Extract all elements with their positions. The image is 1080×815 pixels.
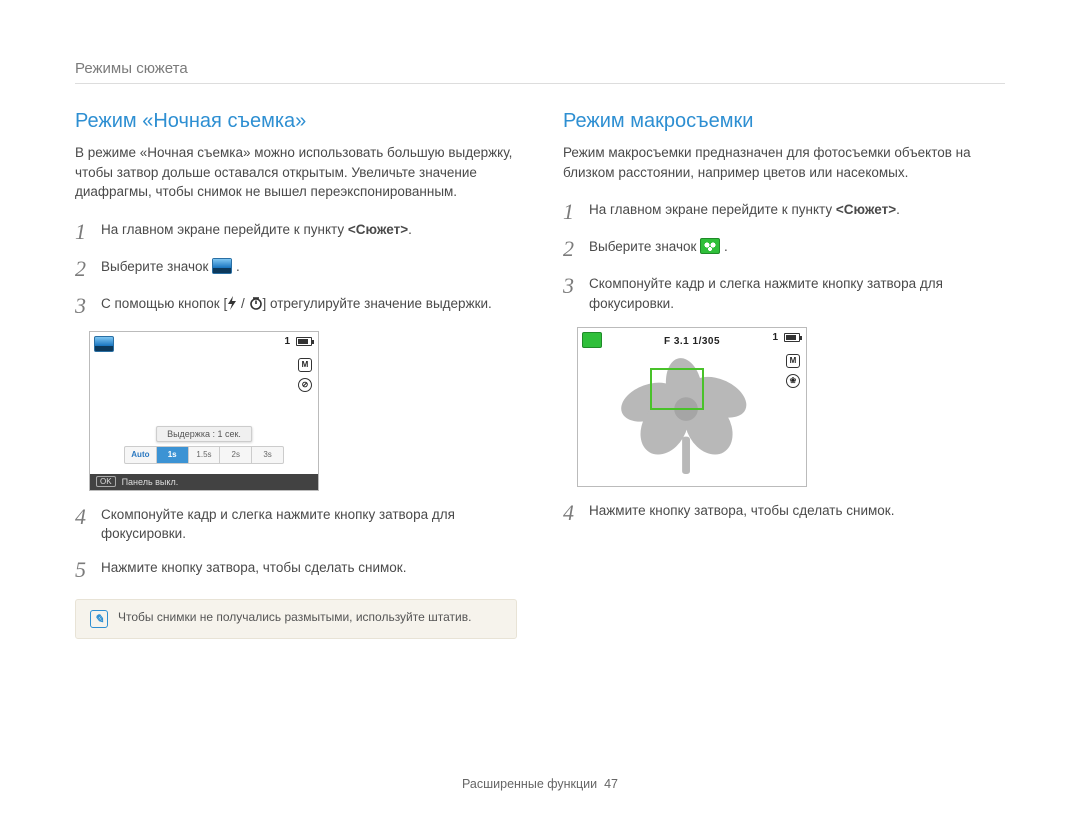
intro-night-mode: В режиме «Ночная съемка» можно использов… — [75, 143, 517, 202]
manual-page: Режимы сюжета Режим «Ночная съемка» В ре… — [0, 0, 1080, 815]
step-number: 2 — [75, 257, 101, 280]
step-1: 1 На главном экране перейдите к пункту <… — [75, 220, 517, 243]
heading-night-mode: Режим «Ночная съемка» — [75, 110, 517, 133]
steps-night-mode-cont: 4 Скомпонуйте кадр и слегка нажмите кноп… — [75, 505, 517, 581]
aperture-readout: F 3.1 1/305 — [664, 336, 720, 347]
intro-macro-mode: Режим макросъемки предназначен для фотос… — [563, 143, 1005, 182]
footer-page-number: 47 — [604, 777, 618, 791]
camera-preview-night: 1 M ⊘ Выдержка : 1 сек. Auto 1s 1.5s 2s … — [89, 331, 319, 491]
step-number: 1 — [563, 200, 589, 223]
note-icon: ✎ — [90, 610, 108, 628]
macro-focus-icon: ❀ — [786, 374, 800, 388]
steps-night-mode: 1 На главном экране перейдите к пункту <… — [75, 220, 517, 317]
resolution-icon: M — [298, 358, 312, 372]
steps-macro-mode: 1 На главном экране перейдите к пункту <… — [563, 200, 1005, 313]
steps-macro-mode-cont: 4 Нажмите кнопку затвора, чтобы сделать … — [563, 501, 1005, 524]
macro-mode-icon — [700, 238, 720, 254]
flash-off-icon: ⊘ — [298, 378, 312, 392]
exposure-label: Выдержка : 1 сек. — [156, 426, 252, 442]
night-mode-icon — [212, 258, 232, 274]
step-2: 2 Выберите значок . — [563, 237, 1005, 260]
ok-badge: OK — [96, 476, 116, 487]
slider-mark: 3s — [251, 447, 283, 463]
step-text: ] отрегулируйте значение выдержки. — [263, 296, 492, 311]
note-text: Чтобы снимки не получались размытыми, ис… — [118, 610, 471, 624]
step-number: 3 — [75, 294, 101, 317]
strong-scene: <Сюжет> — [836, 202, 896, 217]
col-night-mode: Режим «Ночная съемка» В режиме «Ночная с… — [75, 110, 517, 639]
cam-top-right: 1 — [772, 332, 800, 343]
slider-mark: 2s — [219, 447, 251, 463]
step-5: 5 Нажмите кнопку затвора, чтобы сделать … — [75, 558, 517, 581]
step-number: 4 — [563, 501, 589, 524]
cam-right-icons: M ⊘ — [298, 358, 312, 392]
footer-section: Расширенные функции — [462, 777, 597, 791]
mode-badge-macro-icon — [582, 332, 602, 348]
step-text: . — [896, 202, 900, 217]
heading-macro-mode: Режим макросъемки — [563, 110, 1005, 133]
exposure-slider: Auto 1s 1.5s 2s 3s — [124, 446, 284, 464]
step-text: Выберите значок — [589, 239, 700, 254]
step-1: 1 На главном экране перейдите к пункту <… — [563, 200, 1005, 223]
col-macro-mode: Режим макросъемки Режим макросъемки пред… — [563, 110, 1005, 639]
cam-counter: 1 — [772, 332, 778, 343]
step-text: / — [237, 296, 248, 311]
step-text: . — [408, 222, 412, 237]
breadcrumb: Режимы сюжета — [75, 60, 1005, 84]
step-number: 3 — [563, 274, 589, 297]
slider-mark: 1.5s — [188, 447, 220, 463]
slider-mark: Auto — [125, 447, 156, 463]
step-number: 1 — [75, 220, 101, 243]
cam-right-icons: M ❀ — [786, 354, 800, 388]
battery-icon — [296, 337, 312, 346]
step-text: На главном экране перейдите к пункту — [101, 222, 348, 237]
cam-bottom-bar: OK Панель выкл. — [90, 474, 318, 490]
step-2: 2 Выберите значок . — [75, 257, 517, 280]
battery-icon — [784, 333, 800, 342]
step-number: 2 — [563, 237, 589, 260]
cam-counter: 1 — [284, 336, 290, 347]
step-3: 3 С помощью кнопок [ / ] отрегулируйте з… — [75, 294, 517, 317]
step-text: Нажмите кнопку затвора, чтобы сделать сн… — [589, 501, 1005, 521]
flash-glyph-icon — [227, 296, 237, 316]
slider-mark-selected: 1s — [156, 447, 188, 463]
step-text: С помощью кнопок [ — [101, 296, 227, 311]
focus-box — [650, 368, 704, 410]
resolution-icon: M — [786, 354, 800, 368]
step-text: Скомпонуйте кадр и слегка нажмите кнопку… — [589, 274, 1005, 313]
cam-top-right: 1 — [284, 336, 312, 347]
step-4: 4 Нажмите кнопку затвора, чтобы сделать … — [563, 501, 1005, 524]
mode-badge-night-icon — [94, 336, 114, 352]
step-text: На главном экране перейдите к пункту — [589, 202, 836, 217]
step-text: Скомпонуйте кадр и слегка нажмите кнопку… — [101, 505, 517, 544]
page-footer: Расширенные функции 47 — [0, 777, 1080, 791]
step-number: 4 — [75, 505, 101, 528]
camera-preview-macro: F 3.1 1/305 1 M ❀ — [577, 327, 807, 487]
tip-note: ✎ Чтобы снимки не получались размытыми, … — [75, 599, 517, 639]
strong-scene: <Сюжет> — [348, 222, 408, 237]
content-columns: Режим «Ночная съемка» В режиме «Ночная с… — [75, 110, 1005, 639]
step-text: Выберите значок — [101, 259, 212, 274]
cam-bottom-text: Панель выкл. — [122, 477, 179, 487]
step-3: 3 Скомпонуйте кадр и слегка нажмите кноп… — [563, 274, 1005, 313]
timer-glyph-icon — [249, 296, 263, 316]
step-number: 5 — [75, 558, 101, 581]
step-text: Нажмите кнопку затвора, чтобы сделать сн… — [101, 558, 517, 578]
step-4: 4 Скомпонуйте кадр и слегка нажмите кноп… — [75, 505, 517, 544]
